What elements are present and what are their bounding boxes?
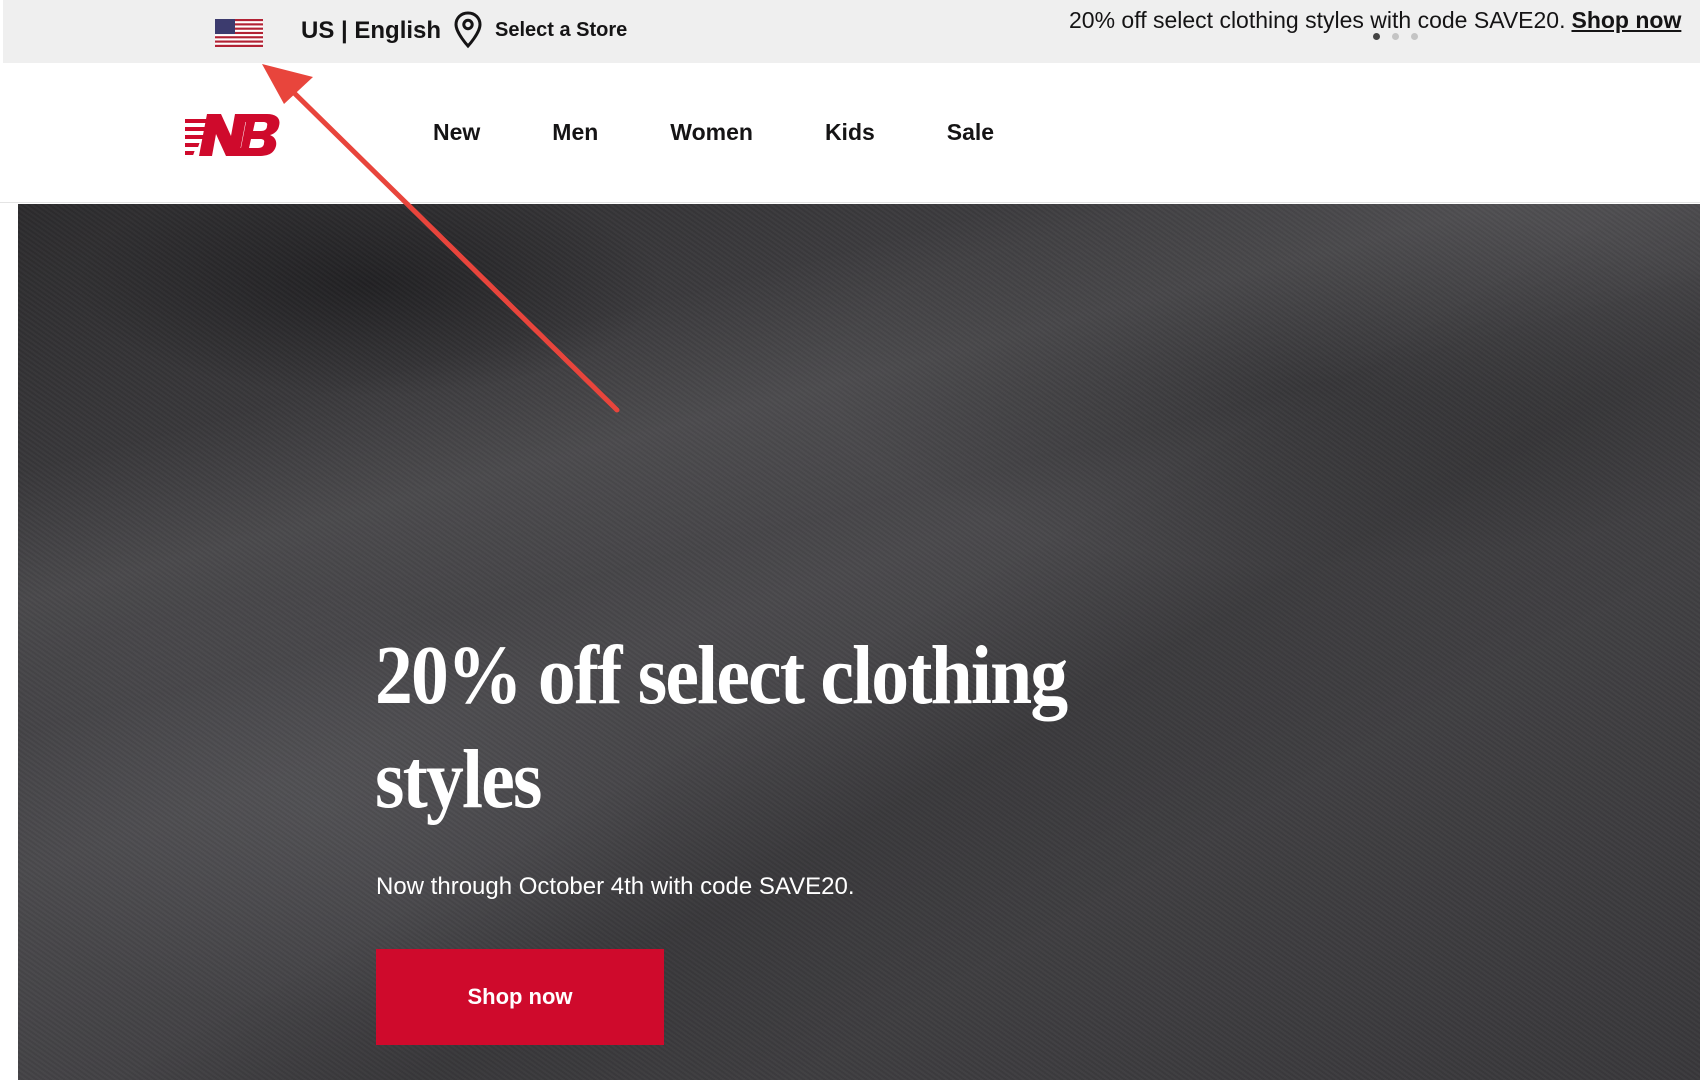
select-store-button[interactable]: Select a Store [453, 10, 627, 50]
hero-shop-now-button[interactable]: Shop now [376, 949, 664, 1045]
promo-shop-now-link[interactable]: Shop now [1571, 7, 1681, 33]
carousel-dot[interactable] [1373, 33, 1380, 40]
nav-item-women[interactable]: Women [670, 118, 753, 146]
main-header: New Men Women Kids Sale [0, 63, 1700, 203]
nav-item-men[interactable]: Men [552, 118, 598, 146]
carousel-dot[interactable] [1392, 33, 1399, 40]
locale-selector[interactable]: US | English [301, 18, 441, 44]
new-balance-logo[interactable] [163, 106, 281, 160]
nav-item-new[interactable]: New [433, 118, 480, 146]
main-nav: New Men Women Kids Sale [433, 118, 1066, 146]
nav-item-sale[interactable]: Sale [947, 118, 994, 146]
hero-subtitle: Now through October 4th with code SAVE20… [376, 873, 855, 900]
promo-carousel-dots [1373, 33, 1418, 40]
select-store-label: Select a Store [495, 18, 628, 41]
nav-item-kids[interactable]: Kids [825, 118, 875, 146]
utility-bar: US | English Select a Store 20% off sele… [3, 0, 1700, 63]
location-pin-icon [454, 11, 482, 49]
hero-banner: 20% off select clothing styles Now throu… [18, 204, 1700, 1080]
us-flag-icon[interactable] [215, 19, 263, 47]
promo-text: 20% off select clothing styles with code… [1069, 7, 1566, 33]
carousel-dot[interactable] [1411, 33, 1418, 40]
hero-title: 20% off select clothing styles [375, 629, 1068, 826]
